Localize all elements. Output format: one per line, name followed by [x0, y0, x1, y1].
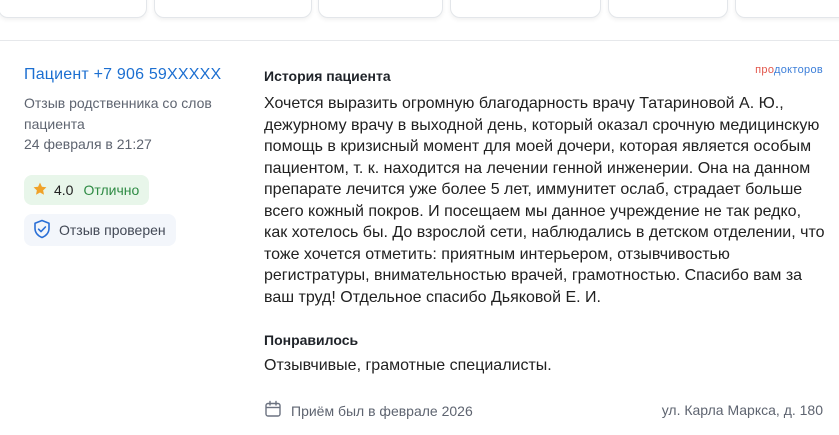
review-author-role: Отзыв родственника со слов пациента: [24, 95, 212, 132]
liked-title: Понравилось: [264, 332, 359, 348]
shield-check-icon: [33, 219, 51, 242]
verified-label: Отзыв проверен: [59, 222, 166, 238]
rating-badge: 4.0 Отлично: [24, 175, 150, 205]
prodoctorov-logo: продокторов: [755, 64, 823, 76]
liked-text: Отзывчивые, грамотные специалисты.: [264, 357, 552, 374]
rating-score: 4.0: [54, 182, 74, 198]
filter-card[interactable]: [450, 0, 601, 18]
filter-card[interactable]: [0, 0, 147, 18]
verified-badge[interactable]: Отзыв проверен: [24, 214, 176, 246]
filter-card[interactable]: [318, 0, 443, 18]
review-date: 24 февраля в 21:27: [24, 136, 152, 152]
visit-date: Приём был в феврале 2026: [291, 402, 473, 419]
story-text: Хочется выразить огромную благодарность …: [264, 95, 825, 306]
divider: [0, 40, 839, 41]
calendar-icon: [264, 400, 282, 421]
star-icon: [32, 181, 48, 200]
review-author-link[interactable]: Пациент +7 906 59XXXXX: [24, 66, 221, 84]
rating-label: Отлично: [83, 182, 140, 198]
clinic-address: ул. Карла Маркса, д. 180: [661, 402, 823, 418]
filter-card[interactable]: [735, 0, 839, 18]
story-title: История пациента: [264, 68, 391, 84]
filter-card[interactable]: [154, 0, 312, 18]
filter-card[interactable]: [608, 0, 728, 18]
visit-info: Приём был в феврале 2026: [264, 400, 473, 421]
